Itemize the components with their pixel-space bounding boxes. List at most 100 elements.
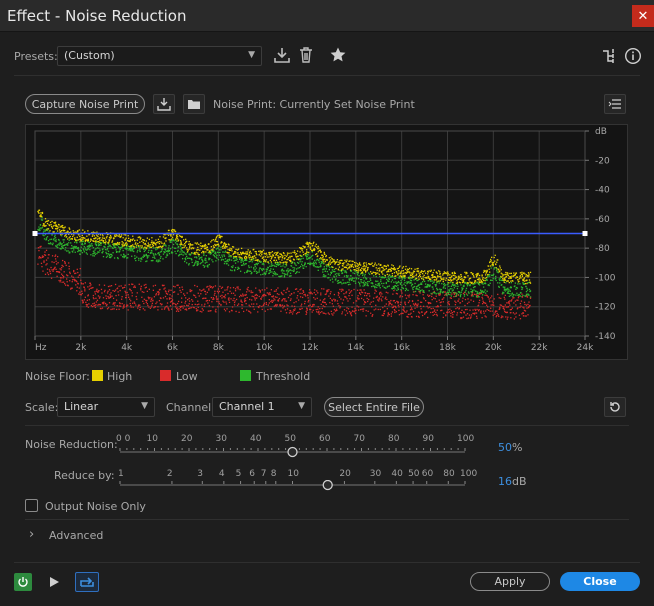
power-toggle-button[interactable] bbox=[14, 573, 32, 591]
high-point bbox=[352, 266, 355, 268]
threshold-point bbox=[242, 262, 245, 265]
high-point bbox=[521, 271, 523, 273]
reduce-by-value[interactable]: 16 bbox=[498, 475, 512, 488]
output-noise-only-checkbox[interactable] bbox=[25, 499, 38, 512]
threshold-point bbox=[175, 240, 178, 242]
low-point bbox=[124, 286, 126, 289]
high-point bbox=[82, 229, 84, 231]
high-point bbox=[507, 280, 509, 282]
high-point bbox=[329, 259, 332, 261]
low-point bbox=[251, 303, 253, 305]
low-point bbox=[511, 307, 514, 309]
threshold-point bbox=[257, 271, 259, 273]
noise-floor-graph[interactable]: dB -20 -40 -60 -80 -100 -120 -140 Hz 2k 4k 6k 8k 10k 1… bbox=[25, 124, 628, 360]
threshold-point bbox=[432, 288, 434, 290]
threshold-point bbox=[418, 289, 420, 291]
high-point bbox=[366, 264, 368, 266]
low-point bbox=[307, 301, 309, 303]
low-point bbox=[355, 300, 358, 302]
info-icon[interactable] bbox=[624, 47, 642, 65]
play-button[interactable] bbox=[47, 575, 61, 589]
save-noise-print-button[interactable] bbox=[153, 94, 175, 114]
low-point bbox=[447, 302, 449, 304]
high-point bbox=[355, 265, 357, 267]
close-button[interactable]: Close bbox=[560, 572, 640, 591]
low-point bbox=[66, 278, 68, 280]
threshold-point bbox=[396, 289, 398, 291]
channel-dropdown[interactable]: Channel 1 ▼ bbox=[212, 397, 312, 417]
low-point bbox=[524, 310, 527, 312]
scale-dropdown[interactable]: Linear ▼ bbox=[57, 397, 155, 417]
low-point bbox=[478, 308, 480, 311]
threshold-point bbox=[528, 288, 531, 291]
high-point bbox=[393, 267, 396, 269]
high-point bbox=[415, 274, 417, 277]
graph-menu-button[interactable] bbox=[604, 94, 626, 114]
low-point bbox=[403, 309, 405, 312]
high-point bbox=[180, 241, 182, 243]
threshold-point bbox=[106, 249, 108, 251]
low-point bbox=[234, 294, 236, 296]
high-point bbox=[84, 231, 86, 233]
low-point bbox=[523, 315, 525, 317]
high-point bbox=[394, 268, 397, 270]
low-point bbox=[131, 292, 133, 294]
low-point bbox=[421, 314, 424, 317]
high-point bbox=[338, 263, 340, 266]
threshold-point bbox=[227, 264, 230, 266]
capture-noise-print-button[interactable]: Capture Noise Print bbox=[25, 94, 145, 114]
low-point bbox=[306, 312, 308, 314]
advanced-toggle[interactable]: Advanced bbox=[49, 529, 103, 542]
low-point bbox=[496, 315, 498, 317]
reduce-by-tick: 20 bbox=[339, 469, 351, 479]
reset-button[interactable] bbox=[604, 397, 626, 417]
save-preset-icon[interactable] bbox=[273, 46, 291, 64]
threshold-point bbox=[253, 268, 255, 270]
noise-reduction-value[interactable]: 50 bbox=[498, 441, 512, 454]
scale-value: Linear bbox=[64, 400, 99, 413]
high-point bbox=[437, 280, 439, 282]
low-point bbox=[493, 298, 495, 300]
select-entire-file-button[interactable]: Select Entire File bbox=[324, 397, 424, 417]
noise-reduction-slider[interactable] bbox=[118, 446, 468, 458]
low-point bbox=[270, 289, 273, 291]
low-point bbox=[240, 295, 243, 297]
reduce-by-slider[interactable] bbox=[118, 480, 468, 492]
loop-playback-button[interactable] bbox=[75, 572, 99, 592]
apply-button[interactable]: Apply bbox=[470, 572, 550, 591]
high-point bbox=[246, 253, 248, 255]
high-point bbox=[382, 266, 384, 268]
delete-preset-icon[interactable] bbox=[297, 46, 315, 64]
low-point bbox=[510, 312, 512, 314]
routing-icon[interactable] bbox=[601, 47, 619, 65]
presets-dropdown[interactable]: (Custom) ▼ bbox=[57, 46, 262, 66]
low-point bbox=[269, 292, 271, 294]
low-point bbox=[87, 294, 90, 296]
low-point bbox=[148, 306, 150, 308]
high-point bbox=[50, 223, 52, 226]
low-point bbox=[107, 285, 110, 288]
low-point bbox=[40, 257, 42, 259]
low-point bbox=[216, 300, 218, 303]
low-point bbox=[127, 294, 129, 296]
open-noise-print-button[interactable] bbox=[183, 94, 205, 114]
low-point bbox=[416, 294, 418, 297]
chevron-right-icon[interactable]: › bbox=[29, 527, 34, 542]
low-point bbox=[141, 296, 143, 298]
threshold-point bbox=[138, 259, 140, 261]
low-point bbox=[194, 284, 196, 287]
threshold-point bbox=[440, 288, 442, 291]
low-point bbox=[249, 298, 251, 301]
high-point bbox=[74, 231, 76, 233]
high-point bbox=[524, 273, 526, 275]
high-point bbox=[402, 270, 405, 272]
high-point bbox=[503, 274, 505, 276]
low-point bbox=[94, 291, 96, 293]
high-point bbox=[237, 253, 239, 256]
favorite-star-icon[interactable] bbox=[329, 46, 347, 64]
threshold-point bbox=[296, 271, 298, 273]
high-point bbox=[172, 231, 174, 233]
high-point bbox=[322, 255, 324, 257]
threshold-point bbox=[410, 282, 412, 284]
window-close-button[interactable]: ✕ bbox=[632, 5, 654, 27]
